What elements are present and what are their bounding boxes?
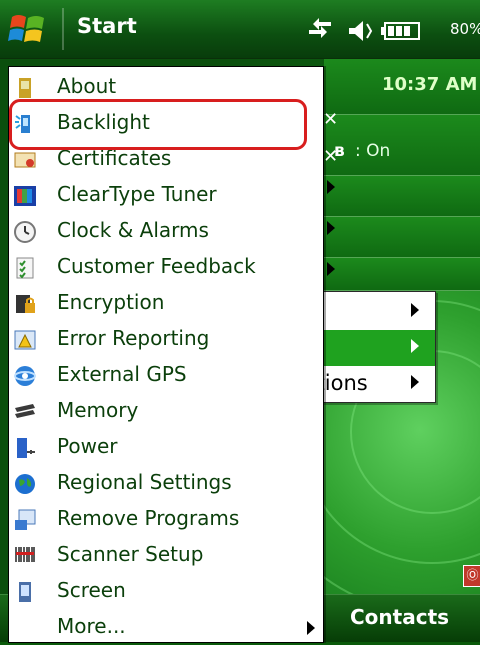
gps-icon [14, 366, 36, 386]
menu-item-label: About [57, 74, 117, 98]
windows-flag-icon[interactable] [8, 11, 48, 49]
menu-item-label: Memory [57, 398, 139, 422]
today-bluetooth-band[interactable] [324, 115, 480, 176]
menu-item-screen[interactable]: Screen [9, 575, 323, 609]
cleartype-icon [14, 186, 36, 206]
battery-icon [381, 22, 420, 40]
menu-item-memory[interactable]: Memory [9, 395, 323, 429]
menu-item-label: Error Reporting [57, 326, 210, 350]
chevron-right-icon [307, 621, 315, 635]
menu-item-regional-settings[interactable]: Regional Settings [9, 467, 323, 501]
screen-icon [19, 582, 31, 602]
clock-time[interactable]: 10:37 AM [382, 74, 477, 95]
menu-item-label: Clock & Alarms [57, 218, 209, 242]
system-settings-menu: About Backlight Certificates ClearType T… [8, 66, 324, 643]
globe-icon [15, 474, 35, 494]
menu-item-remove-programs[interactable]: Remove Programs [9, 503, 323, 537]
today-band[interactable] [324, 217, 480, 258]
today-band[interactable] [324, 176, 480, 217]
menu-item-external-gps[interactable]: External GPS [9, 359, 323, 393]
power-icon [17, 438, 35, 458]
backlight-highlight [9, 99, 307, 150]
menu-item-label: Screen [57, 578, 126, 602]
error-reporting-icon [14, 330, 36, 350]
chevron-right-icon [411, 303, 419, 317]
today-band[interactable] [324, 258, 480, 291]
chevron-right-icon [411, 339, 419, 353]
menu-item-scanner-setup[interactable]: Scanner Setup [9, 539, 323, 573]
menu-item-label: External GPS [57, 362, 187, 386]
menu-item-power[interactable]: Power [9, 431, 323, 465]
battery-percent: 80% [450, 20, 480, 38]
menu-item-error-reporting[interactable]: Error Reporting [9, 323, 323, 357]
menu-item-label: Customer Feedback [57, 254, 256, 278]
barcode-icon [15, 547, 35, 562]
menu-item-label: Regional Settings [57, 470, 232, 494]
menu-item-clock-alarms[interactable]: Clock & Alarms [9, 215, 323, 249]
chevron-right-icon [327, 221, 335, 235]
close-icon[interactable]: ✕ [323, 146, 338, 167]
contacts-softkey[interactable]: Contacts [350, 605, 449, 629]
chevron-right-icon [327, 262, 335, 276]
menu-item-label: Remove Programs [57, 506, 240, 530]
feedback-icon [16, 257, 34, 279]
title-separator [62, 8, 64, 50]
about-icon [19, 78, 31, 98]
menu-item-label: More... [57, 614, 126, 638]
menu-item-cleartype-tuner[interactable]: ClearType Tuner [9, 179, 323, 213]
menu-item-label: Encryption [57, 290, 165, 314]
title-bar: Start 80% [0, 0, 480, 59]
volume-icon [349, 21, 373, 41]
memory-icon [15, 404, 35, 418]
close-icon[interactable]: ✕ [323, 109, 338, 130]
bluetooth-status[interactable]: : On [355, 141, 390, 161]
start-button[interactable]: Start [77, 14, 137, 38]
menu-item-label: Power [57, 434, 118, 458]
certificates-icon [14, 152, 36, 168]
menu-item-customer-feedback[interactable]: Customer Feedback [9, 251, 323, 285]
clock-icon [14, 221, 36, 243]
remove-programs-icon [15, 509, 36, 530]
menu-item-label: ClearType Tuner [57, 182, 217, 206]
chevron-right-icon [327, 180, 335, 194]
chevron-right-icon [411, 375, 419, 389]
menu-item-label: Scanner Setup [57, 542, 204, 566]
menu-item-encryption[interactable]: Encryption [9, 287, 323, 321]
encryption-icon [16, 295, 35, 313]
menu-item-more[interactable]: More... [9, 611, 323, 645]
connectivity-icon [309, 18, 331, 38]
notification-icon[interactable]: Ⓞ [463, 565, 480, 587]
